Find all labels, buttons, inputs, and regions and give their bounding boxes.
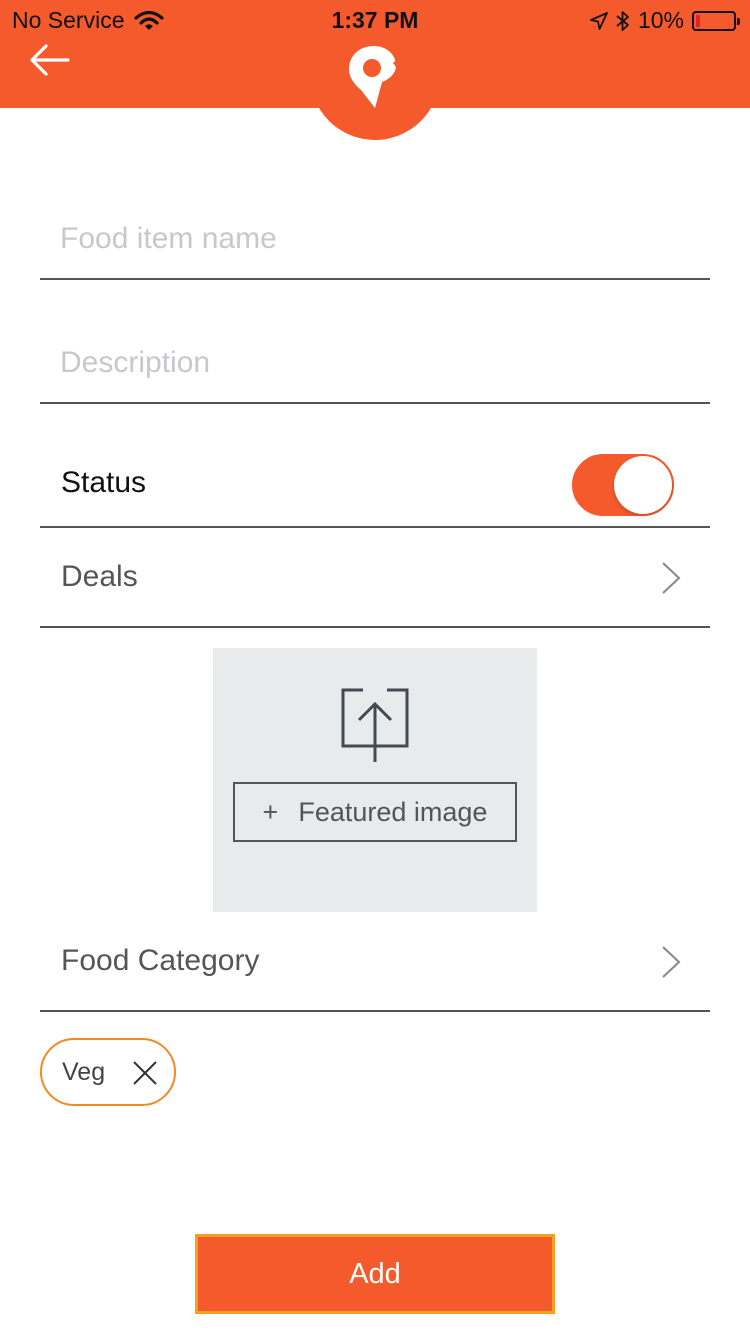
close-icon[interactable]: [132, 1060, 158, 1086]
status-bar-right: 10%: [590, 7, 740, 34]
description-input[interactable]: [60, 346, 680, 380]
toggle-knob: [614, 456, 672, 514]
bluetooth-icon: [616, 10, 629, 31]
back-button[interactable]: [26, 40, 74, 80]
arrow-left-icon: [30, 44, 70, 76]
location-arrow-icon: [590, 11, 608, 30]
chip-label: Veg: [62, 1058, 106, 1086]
battery-icon: [692, 10, 740, 31]
battery-level: [696, 14, 700, 27]
food-item-name-input[interactable]: [60, 222, 680, 256]
status-bar: No Service 1:37 PM 10%: [0, 0, 750, 40]
add-button[interactable]: Add: [195, 1234, 555, 1314]
chevron-right-icon: [662, 562, 681, 594]
food-category-row[interactable]: Food Category: [40, 912, 710, 1012]
food-category-label: Food Category: [61, 944, 260, 977]
plus-icon: +: [262, 796, 279, 827]
add-featured-image-button[interactable]: + Featured image: [233, 782, 517, 842]
food-item-name-field: [40, 194, 710, 280]
featured-image-label: Featured image: [298, 796, 488, 827]
description-field: [40, 318, 710, 404]
upload-icon: [341, 688, 409, 762]
chevron-right-icon: [662, 946, 681, 978]
location-pin-logo: [349, 46, 400, 108]
status-label: Status: [61, 466, 147, 499]
featured-image-area[interactable]: + Featured image: [213, 648, 537, 912]
deals-label: Deals: [61, 560, 138, 593]
status-toggle[interactable]: [572, 454, 674, 516]
deals-row[interactable]: Deals: [40, 528, 710, 628]
category-chip-veg: Veg: [40, 1038, 176, 1106]
battery-percent: 10%: [637, 7, 684, 33]
